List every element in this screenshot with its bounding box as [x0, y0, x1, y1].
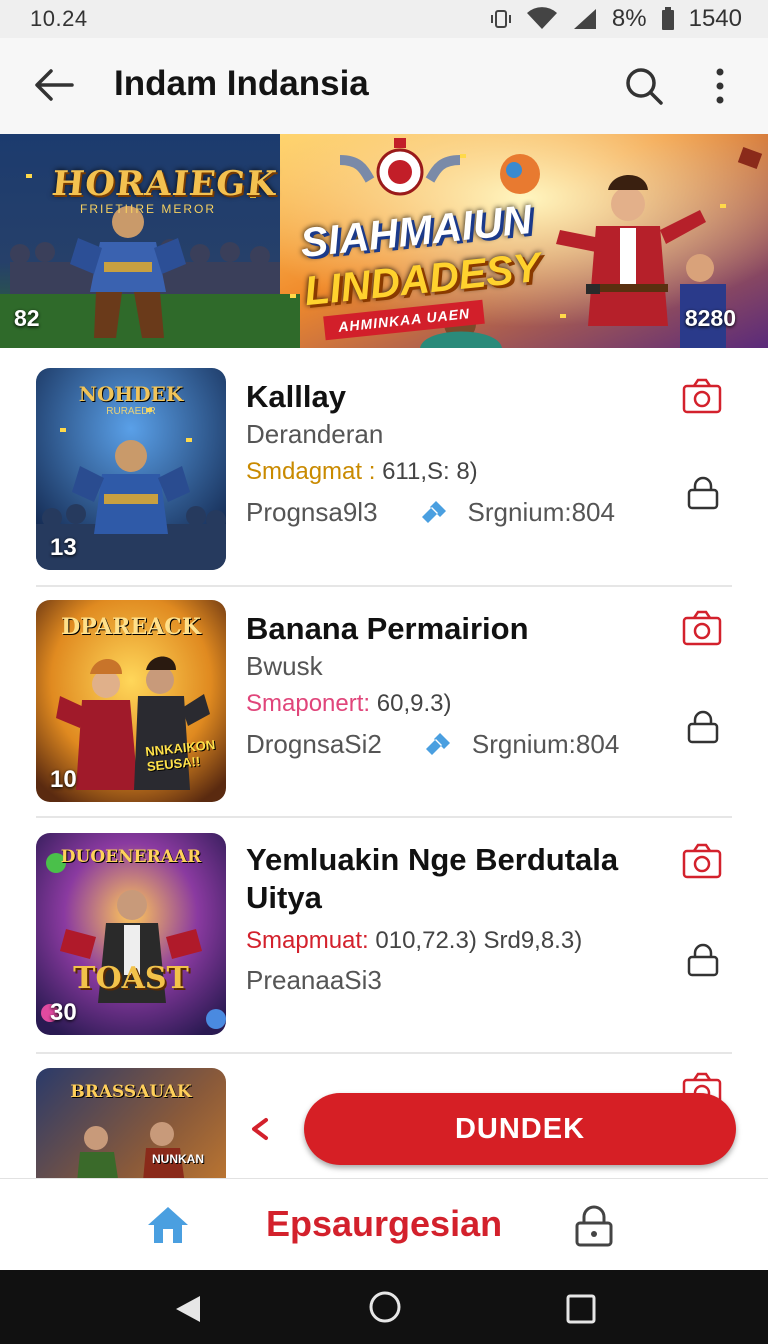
game-subtitle: Deranderan — [246, 419, 384, 449]
link-icon — [421, 500, 446, 523]
stat-value: 611,S: 8) — [382, 458, 478, 485]
bottom-nav-label[interactable]: Epsaurgesian — [266, 1203, 502, 1245]
primary-action-button[interactable]: DUNDEK — [304, 1093, 736, 1165]
meta-left: PreanaaSi3 — [246, 965, 382, 995]
system-navigation-bar — [0, 1270, 768, 1344]
thumbnail-title: DPAREACK — [61, 614, 201, 640]
banner-left-logo: HORAIEGK — [49, 164, 279, 204]
status-time: 10.24 — [30, 6, 88, 31]
wifi-icon — [526, 7, 558, 31]
game-stat: Smapmuat: 010,72.3) Srd9,8.3) — [246, 927, 582, 955]
game-meta: DrognsaSi2 Srgnium:804 — [246, 729, 619, 760]
home-icon[interactable] — [146, 1205, 190, 1245]
link-icon — [425, 732, 450, 755]
bottom-navigation: Epsaurgesian — [0, 1178, 768, 1270]
divider — [36, 816, 732, 818]
lock-icon[interactable] — [573, 1203, 615, 1247]
divider — [36, 1052, 732, 1054]
search-icon[interactable] — [624, 66, 664, 106]
system-back-icon[interactable] — [172, 1294, 202, 1324]
game-name: Banana Permairion — [246, 611, 529, 646]
thumbnail-title: BRASSAUAK — [70, 1082, 192, 1102]
chevron-left-icon[interactable] — [248, 1116, 270, 1142]
stat-label: Smapmuat: — [246, 927, 369, 954]
game-meta: Prognsa9l3 Srgnium:804 — [246, 497, 615, 528]
battery-icon — [661, 7, 675, 31]
divider — [36, 585, 732, 587]
game-name: Yemluakin Nge Berdutala Uitya — [246, 842, 619, 915]
more-vert-icon[interactable] — [708, 66, 732, 106]
game-thumbnail[interactable]: NOHDEK RURAEDR 13 — [36, 368, 226, 570]
meta-left: DrognsaSi2 — [246, 729, 382, 759]
page-title: Indam Indansia — [114, 64, 369, 103]
stat-label: Smdagmat : — [246, 458, 376, 485]
battery-number: 1540 — [688, 5, 742, 32]
thumbnail-subtitle: RURAEDR — [106, 406, 156, 417]
game-thumbnail[interactable]: DUOENERAAR TOAST 30 — [36, 833, 226, 1035]
battery-percent: 8% — [611, 5, 647, 32]
vibrate-icon — [490, 8, 512, 30]
banner-left-logo-sub: FRIETIIRE MEROR — [80, 202, 217, 216]
thumbnail-badge: 10 — [50, 766, 77, 793]
camera-icon[interactable] — [682, 610, 722, 646]
stat-value: 010,72.3) Srd9,8.3) — [375, 927, 583, 954]
game-stat: Smdagmat : 611,S: 8) — [246, 458, 478, 486]
game-subtitle: Bwusk — [246, 651, 323, 681]
meta-right: Srgnium:804 — [467, 497, 615, 527]
lock-icon[interactable] — [686, 941, 720, 977]
list-item[interactable]: DUOENERAAR TOAST 30 Yemluakin Nge Berdut… — [0, 833, 768, 1051]
status-bar: 10.24 8% 1540 — [0, 0, 768, 38]
game-stat: Smaponert: 60,9.3) — [246, 690, 451, 718]
thumbnail-badge: 13 — [50, 534, 77, 561]
thumbnail-caption: TOAST — [73, 961, 189, 996]
game-meta: PreanaaSi3 — [246, 965, 382, 996]
list-item[interactable]: NOHDEK RURAEDR 13 Kalllay Deranderan Smd… — [0, 368, 768, 586]
banner-left-badge: 82 — [14, 305, 40, 331]
game-thumbnail[interactable]: DPAREACK NNKAIKON SEUSA!! 10 — [36, 600, 226, 802]
thumbnail-badge: 30 — [50, 999, 77, 1026]
featured-banner[interactable]: HORAIEGK FRIETIIRE MEROR SIAHMAIUN LINDA… — [0, 134, 768, 348]
app-bar: Indam Indansia — [0, 38, 768, 134]
app-screen: 10.24 8% 1540 Indam Indansia HORAIEGK FR… — [0, 0, 768, 1344]
stat-value: 60,9.3) — [376, 690, 452, 717]
game-name: Kalllay — [246, 379, 346, 414]
system-recents-icon[interactable] — [566, 1294, 596, 1324]
camera-icon[interactable] — [682, 378, 722, 414]
banner-right-badge: 8280 — [684, 305, 736, 331]
stat-label: Smaponert: — [246, 690, 371, 717]
thumbnail-title: NOHDEK — [78, 382, 184, 406]
signal-icon — [572, 7, 598, 31]
status-right: 8% 1540 — [490, 5, 742, 33]
system-home-icon[interactable] — [368, 1290, 402, 1324]
thumbnail-caption: NUNKAN — [152, 1152, 204, 1166]
thumbnail-title: DUOENERAAR — [60, 847, 202, 867]
meta-left: Prognsa9l3 — [246, 497, 378, 527]
lock-icon[interactable] — [686, 708, 720, 744]
back-arrow-icon[interactable] — [32, 68, 76, 102]
meta-right: Srgnium:804 — [471, 729, 620, 759]
camera-icon[interactable] — [682, 843, 722, 879]
list-item[interactable]: DPAREACK NNKAIKON SEUSA!! 10 Banana Perm… — [0, 600, 768, 816]
lock-icon[interactable] — [686, 474, 720, 510]
